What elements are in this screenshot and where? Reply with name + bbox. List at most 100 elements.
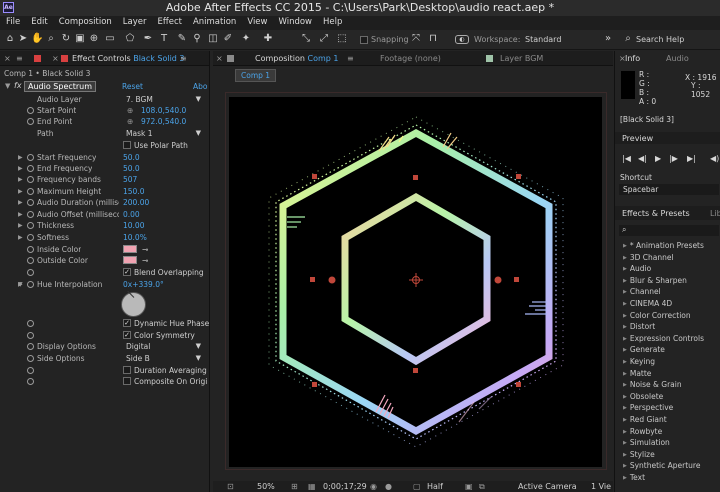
menu-layer[interactable]: Layer — [117, 16, 152, 27]
reset-button[interactable]: Reset — [122, 82, 143, 91]
expand-param-icon[interactable]: ▶ — [18, 163, 23, 174]
libraries-tab[interactable]: Lib — [710, 209, 720, 218]
close-comp-tab-icon[interactable]: × — [216, 54, 223, 63]
stopwatch-icon[interactable] — [27, 211, 34, 218]
point-target-icon[interactable]: ⊕ — [127, 105, 133, 116]
grid-icon[interactable]: ▦ — [308, 482, 316, 491]
effect-category-item[interactable]: Synthetic Aperture — [623, 461, 701, 470]
close-tab-icon[interactable]: × — [4, 54, 11, 63]
effects-search-input[interactable]: ⌕ — [619, 225, 719, 236]
stopwatch-icon[interactable] — [27, 222, 34, 229]
comp-lock-icon[interactable] — [227, 55, 234, 62]
effect-category-item[interactable]: Audio — [623, 264, 651, 273]
search-help-input[interactable]: Search Help — [636, 35, 684, 44]
about-link[interactable]: Abo — [193, 82, 207, 91]
effect-category-item[interactable]: Matte — [623, 369, 652, 378]
snapping-checkbox[interactable] — [360, 36, 368, 44]
param-dropdown[interactable]: 7. BGM ▼ — [123, 94, 203, 104]
param-value[interactable]: 200.00 — [123, 197, 149, 208]
resolution-select[interactable]: Half — [427, 482, 443, 491]
color-swatch[interactable] — [123, 245, 137, 253]
info-tab[interactable]: Info — [625, 54, 640, 63]
stopwatch-icon[interactable] — [27, 165, 34, 172]
param-dropdown[interactable]: Mask 1 ▼ — [123, 128, 203, 138]
param-checkbox[interactable] — [123, 366, 131, 374]
effect-category-item[interactable]: Color Correction — [623, 311, 691, 320]
mute-icon[interactable]: ◀) — [710, 154, 719, 163]
effect-category-item[interactable]: 3D Channel — [623, 253, 674, 262]
next-frame-icon[interactable]: |▶ — [669, 154, 678, 163]
stopwatch-icon[interactable] — [27, 269, 34, 276]
expand-param-icon[interactable]: ▶ — [18, 209, 23, 220]
search-icon[interactable]: ⌕ — [622, 33, 634, 45]
param-checkbox[interactable] — [123, 141, 131, 149]
stopwatch-icon[interactable] — [27, 281, 34, 288]
stopwatch-icon[interactable] — [27, 367, 34, 374]
panel-menu-icon-3[interactable]: ≡ — [347, 54, 354, 63]
hand-tool-icon[interactable]: ✋ — [31, 33, 43, 45]
stopwatch-icon[interactable] — [27, 332, 34, 339]
stopwatch-icon[interactable] — [27, 378, 34, 385]
eyedropper-icon[interactable]: ⊸ — [142, 244, 148, 255]
camera-tool-icon[interactable]: ▣ — [74, 33, 86, 45]
menu-window[interactable]: Window — [272, 16, 317, 27]
expand-param-icon[interactable]: ▶ — [18, 220, 23, 231]
axis-local-icon[interactable]: ⤡ — [300, 33, 312, 45]
audio-tab[interactable]: Audio — [666, 54, 689, 63]
first-frame-icon[interactable]: |◀ — [622, 154, 631, 163]
effect-category-item[interactable]: Obsolete — [623, 392, 663, 401]
axis-view-icon[interactable]: ⬚ — [336, 33, 348, 45]
axis-world-icon[interactable]: ⤢ — [318, 33, 330, 45]
stopwatch-icon[interactable] — [27, 257, 34, 264]
effect-name[interactable]: Audio Spectrum — [24, 81, 97, 92]
stopwatch-icon[interactable] — [27, 234, 34, 241]
snap-magnet-icon[interactable]: ⊓ — [427, 33, 439, 45]
zoom-tool-icon[interactable]: ⌕ — [45, 33, 57, 45]
effect-category-item[interactable]: Red Giant — [623, 415, 667, 424]
eyedropper-icon[interactable]: ⊸ — [142, 255, 148, 266]
effect-category-item[interactable]: Blur & Sharpen — [623, 276, 687, 285]
effect-category-item[interactable]: Distort — [623, 322, 655, 331]
effect-category-item[interactable]: Channel — [623, 287, 661, 296]
effect-category-item[interactable]: Perspective — [623, 403, 673, 412]
effect-expand-icon[interactable]: ▼ — [5, 82, 10, 90]
composition-tab[interactable]: Composition Comp 1 — [255, 54, 339, 63]
stopwatch-icon[interactable] — [27, 188, 34, 195]
effect-category-item[interactable]: Text — [623, 473, 645, 482]
anchor-point-icon[interactable] — [409, 273, 423, 287]
collapse-param-icon[interactable]: ▼ — [18, 279, 23, 290]
workspace-toggle-icon[interactable]: ◐ — [455, 35, 469, 44]
param-dropdown[interactable]: Side B ▼ — [123, 353, 203, 363]
hue-dial[interactable] — [121, 290, 146, 317]
stopwatch-icon[interactable] — [27, 118, 34, 125]
region-icon[interactable]: ▣ — [465, 482, 473, 491]
snap-options-icon[interactable]: ⤧ — [410, 33, 422, 45]
menu-help[interactable]: Help — [317, 16, 347, 27]
shape-tool-icon[interactable]: ⬠ — [124, 33, 136, 45]
effect-category-item[interactable]: Stylize — [623, 450, 655, 459]
effect-category-item[interactable]: Simulation — [623, 438, 670, 447]
workspace-select[interactable]: Standard — [525, 35, 561, 44]
pan-behind-tool-icon[interactable]: ⊕ — [88, 33, 100, 45]
effect-category-item[interactable]: Generate — [623, 345, 665, 354]
rotation-tool-icon[interactable]: ↻ — [60, 33, 72, 45]
effect-category-item[interactable]: Keying — [623, 357, 655, 366]
brush-tool-icon[interactable]: ✎ — [176, 33, 188, 45]
views-select[interactable]: 1 Vie — [591, 482, 611, 491]
param-value[interactable]: 10.0% — [123, 232, 147, 243]
eraser-tool-icon[interactable]: ◫ — [207, 33, 219, 45]
point-target-icon[interactable]: ⊕ — [127, 116, 133, 127]
param-checkbox[interactable]: ✓ — [123, 319, 131, 327]
menu-file[interactable]: File — [0, 16, 25, 27]
effect-category-item[interactable]: Rowbyte — [623, 427, 662, 436]
comp-navigator-button[interactable]: Comp 1 — [235, 69, 277, 82]
param-value[interactable]: 972.0,540.0 — [141, 116, 186, 127]
stopwatch-icon[interactable] — [27, 154, 34, 161]
stopwatch-icon[interactable] — [27, 355, 34, 362]
3d-renderer-icon[interactable]: ⧉ — [479, 482, 485, 492]
param-value[interactable]: 50.0 — [123, 152, 140, 163]
camera-select[interactable]: Active Camera — [518, 482, 577, 491]
selection-tool-icon[interactable]: ➤ — [17, 33, 29, 45]
menu-edit[interactable]: Edit — [25, 16, 52, 27]
puppet-pin-tool-icon[interactable]: ✦ — [240, 33, 252, 45]
